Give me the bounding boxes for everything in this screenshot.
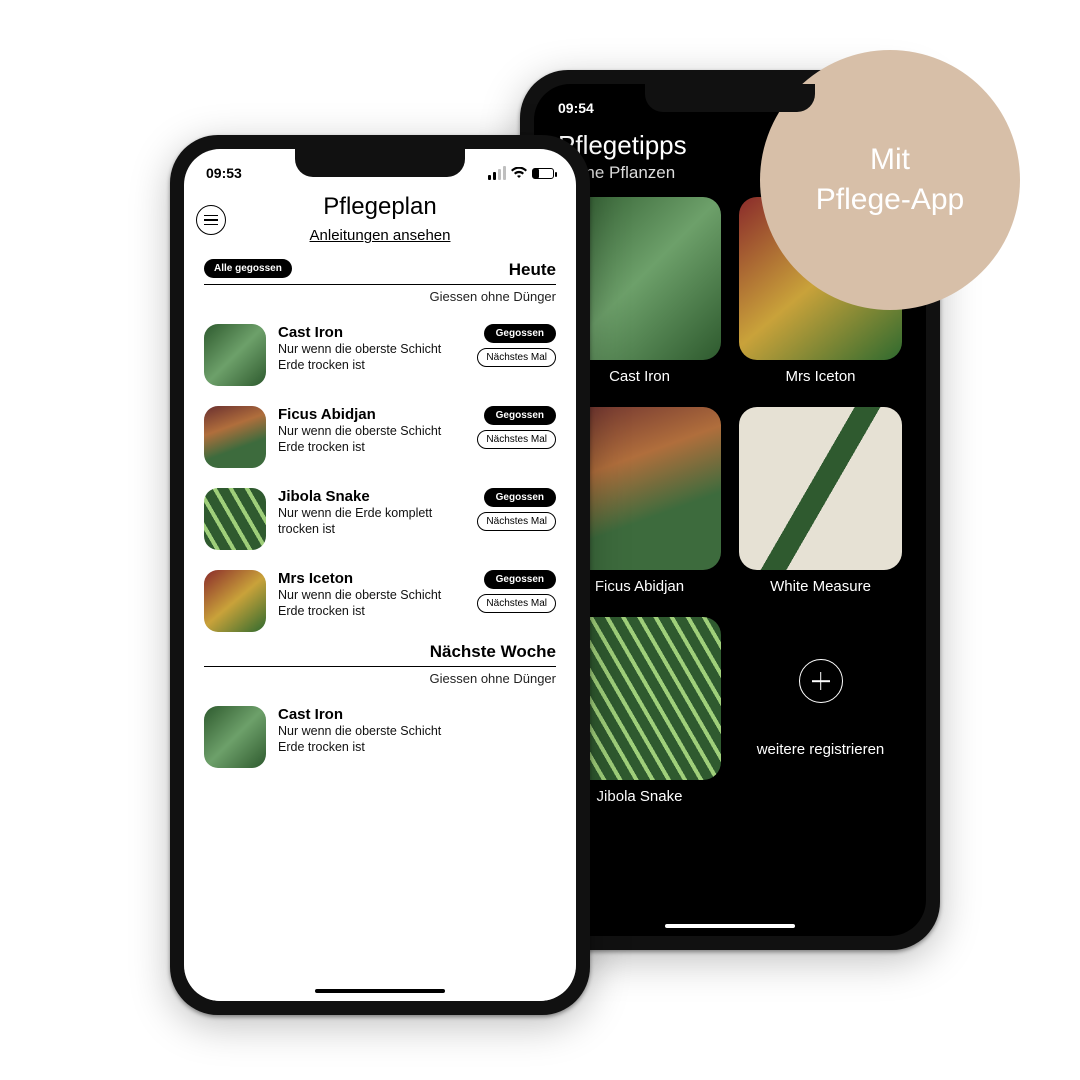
plant-row[interactable]: Mrs IcetonNur wenn die oberste Schicht E… <box>204 560 556 642</box>
plus-icon <box>799 659 843 703</box>
plant-desc: Nur wenn die oberste Schicht Erde trocke… <box>278 423 453 456</box>
plant-thumb <box>204 570 266 632</box>
add-plant-tile[interactable]: weitere registrieren <box>739 617 902 805</box>
care-section: Alle gegossenHeute Giessen ohne Dünger Cas… <box>184 260 576 642</box>
battery-icon <box>532 168 554 179</box>
plant-desc: Nur wenn die oberste Schicht Erde trocke… <box>278 587 453 620</box>
status-time: 09:53 <box>206 165 242 181</box>
wifi-icon <box>511 167 527 179</box>
plant-row[interactable]: Cast IronNur wenn die oberste Schicht Er… <box>204 696 556 778</box>
status-time: 09:54 <box>558 100 594 116</box>
plant-row[interactable]: Cast IronNur wenn die oberste Schicht Er… <box>204 314 556 396</box>
signal-icon <box>488 166 506 180</box>
section-header: Nächste Woche <box>204 642 556 667</box>
watered-button[interactable]: Gegossen <box>484 488 556 507</box>
plant-thumb <box>204 706 266 768</box>
notch <box>295 149 465 177</box>
plant-desc: Nur wenn die oberste Schicht Erde trocke… <box>278 723 453 756</box>
next-time-button[interactable]: Nächstes Mal <box>477 348 556 367</box>
section-header: Alle gegossenHeute <box>204 260 556 285</box>
notch <box>645 84 815 112</box>
next-time-button[interactable]: Nächstes Mal <box>477 430 556 449</box>
add-plant-label: weitere registrieren <box>739 741 902 758</box>
plant-name: Ficus Abidjan <box>278 406 465 423</box>
plant-name: White Measure <box>739 578 902 595</box>
plant-thumb <box>204 488 266 550</box>
home-indicator <box>315 989 445 993</box>
plant-tile[interactable]: White Measure <box>739 407 902 595</box>
plant-name: Cast Iron <box>278 706 556 723</box>
menu-button[interactable] <box>196 205 226 235</box>
plant-name: Cast Iron <box>278 324 465 341</box>
badge-line: Pflege-App <box>816 180 964 221</box>
status-icons <box>488 166 554 180</box>
section-subtitle: Giessen ohne Dünger <box>204 671 556 686</box>
plant-row[interactable]: Jibola SnakeNur wenn die Erde komplett t… <box>204 478 556 560</box>
plant-thumb <box>204 406 266 468</box>
home-indicator <box>665 924 795 928</box>
plant-thumb <box>739 407 902 570</box>
all-watered-pill[interactable]: Alle gegossen <box>204 259 292 278</box>
plant-row[interactable]: Ficus AbidjanNur wenn die oberste Schich… <box>204 396 556 478</box>
next-time-button[interactable]: Nächstes Mal <box>477 512 556 531</box>
plant-name: Jibola Snake <box>278 488 465 505</box>
section-day: Nächste Woche <box>204 642 556 662</box>
instructions-link[interactable]: Anleitungen ansehen <box>184 227 576 244</box>
plant-desc: Nur wenn die Erde komplett trocken ist <box>278 505 453 538</box>
phone-front: 09:53 Pflegeplan Anleitungen ansehen All… <box>170 135 590 1015</box>
plant-desc: Nur wenn die oberste Schicht Erde trocke… <box>278 341 453 374</box>
plant-name: Mrs Iceton <box>278 570 465 587</box>
next-time-button[interactable]: Nächstes Mal <box>477 594 556 613</box>
badge-line: Mit <box>870 140 910 181</box>
watered-button[interactable]: Gegossen <box>484 324 556 343</box>
plant-name: Mrs Iceton <box>739 368 902 385</box>
watered-button[interactable]: Gegossen <box>484 406 556 425</box>
plant-thumb <box>204 324 266 386</box>
section-subtitle: Giessen ohne Dünger <box>204 289 556 304</box>
screen-title: Pflegeplan <box>184 193 576 221</box>
watered-button[interactable]: Gegossen <box>484 570 556 589</box>
care-section: Nächste Woche Giessen ohne Dünger Cast Iro… <box>184 642 576 778</box>
